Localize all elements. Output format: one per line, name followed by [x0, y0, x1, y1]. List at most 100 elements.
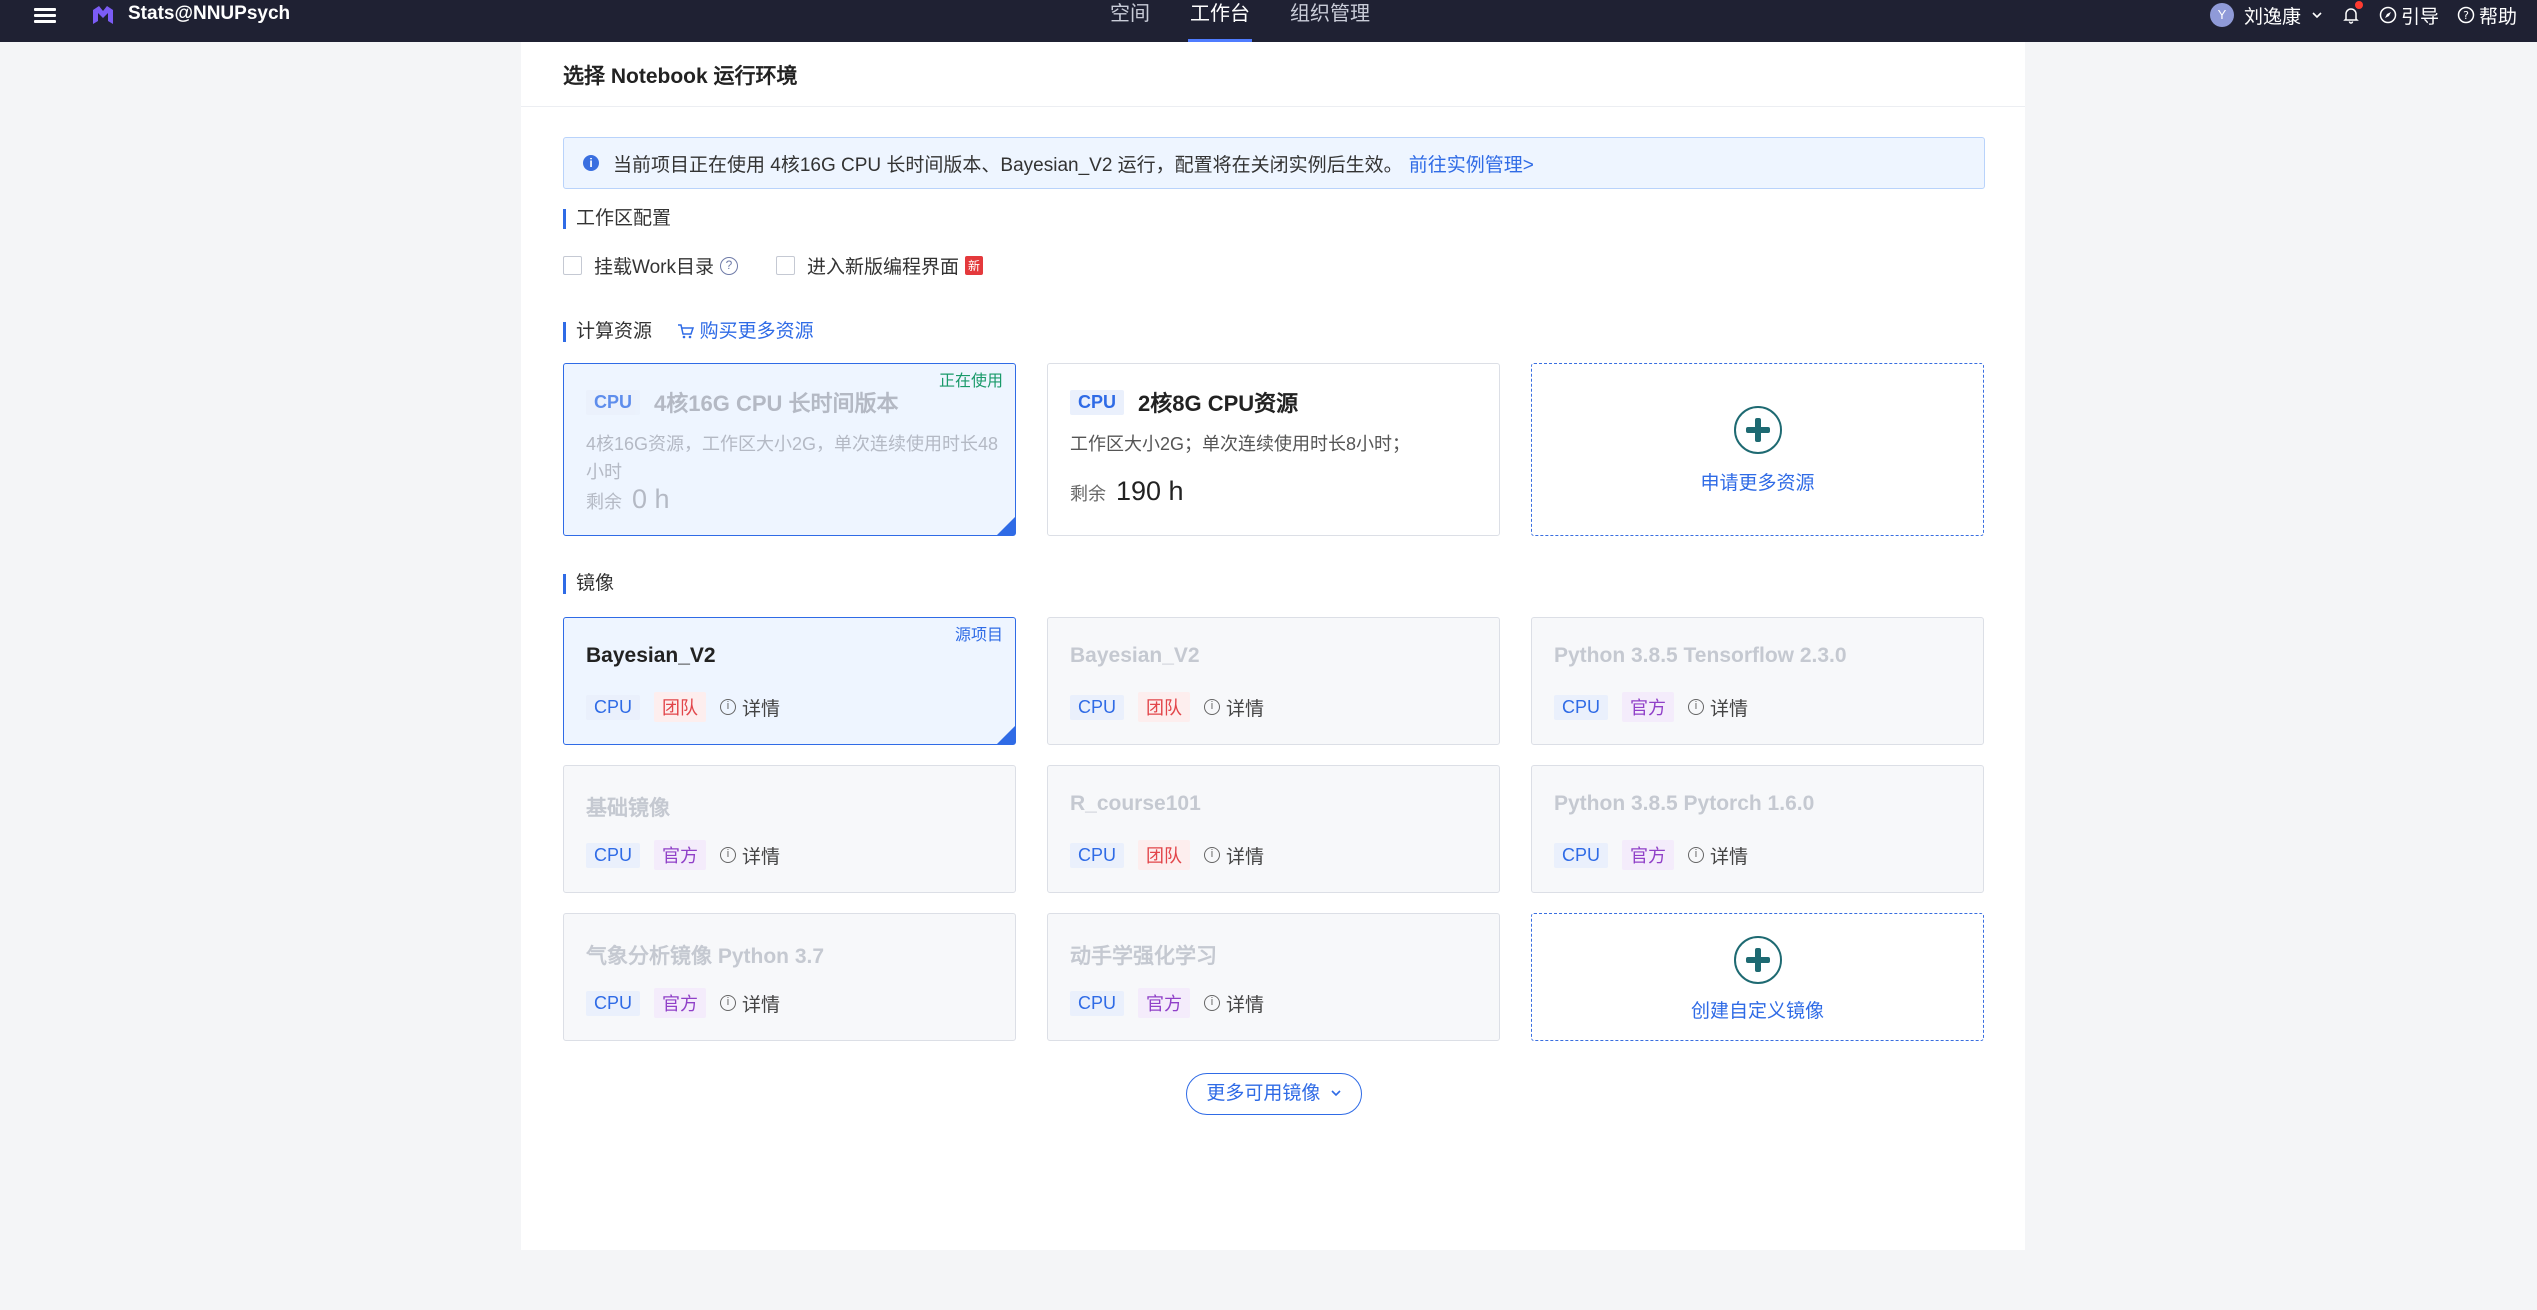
compute-title: 计算资源	[576, 321, 653, 342]
image-tags: CPU 官方 i 详情	[1554, 692, 1748, 722]
buy-more-resources-link[interactable]: 购买更多资源	[677, 321, 814, 342]
more-images-button[interactable]: 更多可用镜像	[1186, 1073, 1362, 1115]
image-card[interactable]: 气象分析镜像 Python 3.7 CPU 官方 i 详情	[563, 913, 1016, 1041]
detail-link[interactable]: i 详情	[720, 842, 780, 869]
mount-work-label: 挂载Work目录	[594, 257, 714, 278]
remaining-value: 0 h	[632, 484, 670, 514]
notification-bell-icon[interactable]	[2341, 1, 2363, 25]
hamburger-menu-icon[interactable]	[34, 5, 56, 27]
tab-org-management[interactable]: 组织管理	[1270, 0, 1390, 42]
source-project-badge: 源项目	[954, 627, 1003, 644]
image-card[interactable]: 源项目 Bayesian_V2 CPU 团队 i 详情	[563, 617, 1016, 745]
top-nav: 空间 工作台 组织管理	[1090, 0, 1390, 42]
divider	[521, 106, 2025, 107]
detail-link[interactable]: i 详情	[1688, 842, 1748, 869]
detail-label: 详情	[1710, 846, 1749, 868]
detail-label: 详情	[1226, 846, 1265, 868]
image-name: Python 3.8.5 Pytorch 1.6.0	[1554, 792, 1815, 815]
image-tags: CPU 团队 i 详情	[1070, 692, 1264, 722]
help-icon[interactable]: ?	[719, 256, 738, 275]
image-name: R_course101	[1070, 792, 1201, 815]
resource-title: CPU 2核8G CPU资源	[1070, 386, 1298, 418]
info-icon: i	[1204, 699, 1221, 715]
detail-link[interactable]: i 详情	[720, 990, 780, 1017]
info-icon: i	[583, 155, 599, 171]
image-card[interactable]: R_course101 CPU 团队 i 详情	[1047, 765, 1500, 893]
info-icon: i	[1204, 847, 1221, 863]
new-ui-label: 进入新版编程界面	[807, 257, 960, 278]
image-card[interactable]: 基础镜像 CPU 官方 i 详情	[563, 765, 1016, 893]
chevron-down-icon	[2312, 12, 2322, 19]
type-tag: 官方	[654, 840, 707, 870]
type-tag: 官方	[654, 988, 707, 1018]
image-name: Python 3.8.5 Tensorflow 2.3.0	[1554, 644, 1847, 667]
detail-link[interactable]: i 详情	[1204, 990, 1264, 1017]
tab-workbench[interactable]: 工作台	[1170, 0, 1270, 42]
hardware-tag: CPU	[586, 389, 641, 415]
detail-link[interactable]: i 详情	[720, 694, 780, 721]
new-ui-option[interactable]: 进入新版编程界面 新	[776, 252, 984, 279]
info-icon: i	[720, 847, 737, 863]
guide-link[interactable]: 引导	[2379, 2, 2439, 29]
image-card[interactable]: Bayesian_V2 CPU 团队 i 详情	[1047, 617, 1500, 745]
remaining-label: 剩余	[1070, 484, 1106, 504]
plus-circle-icon	[1733, 936, 1782, 984]
tab-space[interactable]: 空间	[1090, 0, 1170, 42]
environment-panel: 选择 Notebook 运行环境 i 当前项目正在使用 4核16G CPU 长时…	[521, 42, 2025, 1250]
info-icon: i	[1204, 995, 1221, 1011]
resource-title: CPU 4核16G CPU 长时间版本	[586, 386, 899, 418]
help-label: 帮助	[2478, 6, 2517, 28]
cart-icon	[678, 324, 695, 339]
brand-name[interactable]: Stats@NNUPsych	[128, 3, 290, 25]
type-tag: 团队	[1138, 692, 1191, 722]
mount-work-option[interactable]: 挂载Work目录 ?	[563, 252, 738, 279]
remaining-label: 剩余	[586, 492, 622, 512]
hardware-tag: CPU	[1070, 842, 1125, 868]
detail-link[interactable]: i 详情	[1204, 694, 1264, 721]
brand-logo-icon	[93, 6, 113, 24]
plus-circle-icon	[1733, 406, 1782, 454]
detail-link[interactable]: i 详情	[1204, 842, 1264, 869]
top-right-actions: Y 刘逸康 引导 ? 帮助	[2209, 0, 2517, 30]
buy-more-label: 购买更多资源	[699, 321, 814, 342]
hardware-tag: CPU	[586, 990, 641, 1016]
instance-management-link[interactable]: 前往实例管理>	[1409, 150, 1534, 177]
section-title-images: 镜像	[563, 574, 614, 594]
mount-work-checkbox[interactable]	[563, 256, 582, 275]
detail-label: 详情	[742, 698, 781, 720]
image-card[interactable]: Python 3.8.5 Tensorflow 2.3.0 CPU 官方 i 详情	[1531, 617, 1984, 745]
image-tags: CPU 团队 i 详情	[586, 692, 780, 722]
guide-label: 引导	[2400, 6, 2439, 28]
help-link[interactable]: ? 帮助	[2457, 2, 2517, 29]
type-tag: 团队	[654, 692, 707, 722]
new-ui-checkbox[interactable]	[776, 256, 795, 275]
hardware-tag: CPU	[1554, 842, 1609, 868]
image-name: Bayesian_V2	[1070, 644, 1200, 667]
detail-link[interactable]: i 详情	[1688, 694, 1748, 721]
type-tag: 官方	[1622, 692, 1675, 722]
resource-remaining: 剩余 190 h	[1070, 476, 1184, 507]
create-custom-image-button[interactable]: 创建自定义镜像	[1531, 913, 1984, 1041]
chevron-down-icon	[1331, 1090, 1341, 1097]
image-name: 动手学强化学习	[1070, 945, 1217, 968]
apply-more-resources-button[interactable]: 申请更多资源	[1531, 363, 1984, 536]
resource-card[interactable]: CPU 2核8G CPU资源 工作区大小2G；单次连续使用时长8小时； 剩余 1…	[1047, 363, 1500, 536]
image-tags: CPU 官方 i 详情	[1554, 840, 1748, 870]
resource-remaining: 剩余 0 h	[586, 484, 670, 515]
resource-description: 工作区大小2G；单次连续使用时长8小时；	[1070, 434, 1411, 454]
detail-label: 详情	[742, 846, 781, 868]
image-card[interactable]: 动手学强化学习 CPU 官方 i 详情	[1047, 913, 1500, 1041]
notice-banner: i 当前项目正在使用 4核16G CPU 长时间版本、Bayesian_V2 运…	[563, 137, 1985, 189]
user-menu[interactable]: Y 刘逸康	[2209, 2, 2323, 29]
notice-text: 当前项目正在使用 4核16G CPU 长时间版本、Bayesian_V2 运行，…	[613, 154, 1403, 176]
resource-name: 2核8G CPU资源	[1138, 391, 1299, 416]
image-tags: CPU 团队 i 详情	[1070, 840, 1264, 870]
image-name: Bayesian_V2	[586, 644, 716, 667]
image-name: 基础镜像	[586, 797, 670, 820]
hardware-tag: CPU	[1070, 389, 1125, 415]
new-badge: 新	[965, 256, 984, 275]
detail-label: 详情	[742, 994, 781, 1016]
resource-card[interactable]: 正在使用 CPU 4核16G CPU 长时间版本 4核16G资源，工作区大小2G…	[563, 363, 1016, 536]
image-card[interactable]: Python 3.8.5 Pytorch 1.6.0 CPU 官方 i 详情	[1531, 765, 1984, 893]
image-tags: CPU 官方 i 详情	[1070, 988, 1264, 1018]
